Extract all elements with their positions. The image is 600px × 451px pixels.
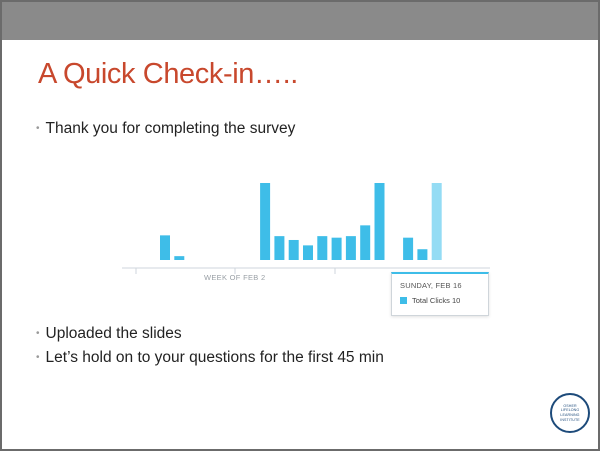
- chart-bar[interactable]: [345, 236, 356, 260]
- bullet-text: Let’s hold on to your questions for the …: [45, 349, 384, 366]
- chart-bar[interactable]: [274, 236, 285, 260]
- logo-text: OSHER LIFELONG LEARNING INSTITUTE: [560, 403, 580, 422]
- tooltip-date: SUNDAY, FEB 16: [400, 281, 462, 290]
- tooltip-label: Total Clicks 10: [412, 296, 461, 305]
- chart-bar[interactable]: [374, 183, 385, 260]
- legend-swatch-icon: [400, 297, 407, 304]
- chart-bar[interactable]: [360, 225, 371, 260]
- chart-bar[interactable]: [331, 237, 342, 260]
- chart-bar[interactable]: [288, 239, 299, 260]
- slide: A Quick Check-in….. • Thank you for compl…: [0, 0, 600, 451]
- bullet-text: Uploaded the slides: [45, 325, 182, 342]
- chart-bar-highlighted[interactable]: [431, 183, 442, 260]
- chart-bar[interactable]: [403, 237, 414, 260]
- bullet-dot-icon: •: [36, 123, 40, 134]
- chart-bar[interactable]: [260, 183, 271, 260]
- chart-bar[interactable]: [317, 236, 328, 260]
- chart-tooltip: SUNDAY, FEB 16 Total Clicks 10: [391, 272, 489, 316]
- bullet-dot-icon: •: [36, 328, 40, 339]
- bullet-item: • Uploaded the slides: [36, 325, 182, 343]
- chart-bar[interactable]: [174, 256, 185, 260]
- bullet-text: Thank you for completing the survey: [45, 120, 296, 137]
- bullet-item: • Thank you for completing the survey: [36, 120, 295, 138]
- slide-title: A Quick Check-in…..: [38, 58, 298, 90]
- slide-header-bar: [2, 2, 598, 40]
- tooltip-series-row: Total Clicks 10: [400, 296, 460, 305]
- chart-bar[interactable]: [303, 245, 313, 260]
- bullet-item: • Let’s hold on to your questions for the…: [36, 349, 384, 367]
- chart-bar[interactable]: [160, 235, 170, 260]
- x-tick-label: WEEK OF FEB 2: [204, 273, 265, 282]
- chart-bar[interactable]: [417, 249, 428, 260]
- bullet-dot-icon: •: [36, 352, 40, 363]
- osher-institute-logo: OSHER LIFELONG LEARNING INSTITUTE: [550, 393, 590, 433]
